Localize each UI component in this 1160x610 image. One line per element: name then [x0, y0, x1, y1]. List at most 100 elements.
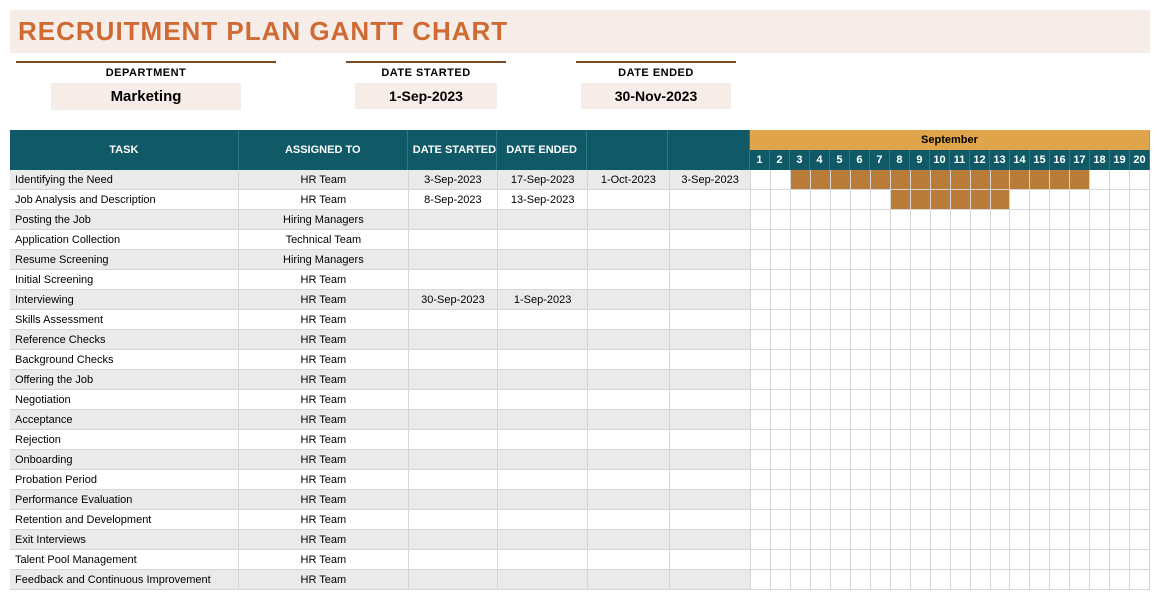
timeline-cell[interactable]	[831, 430, 851, 449]
timeline-cell[interactable]	[891, 530, 911, 549]
table-row[interactable]: Retention and DevelopmentHR Team	[10, 510, 1150, 530]
extra2-cell[interactable]	[670, 270, 752, 289]
table-row[interactable]: Job Analysis and DescriptionHR Team8-Sep…	[10, 190, 1150, 210]
extra1-cell[interactable]	[588, 450, 670, 469]
timeline-cell[interactable]	[1070, 410, 1090, 429]
timeline-cell[interactable]	[1030, 370, 1050, 389]
timeline-cell[interactable]	[951, 290, 971, 309]
task-cell[interactable]: Performance Evaluation	[10, 490, 239, 509]
gantt-bar-segment[interactable]	[991, 170, 1011, 189]
timeline-cell[interactable]	[911, 350, 931, 369]
table-row[interactable]: Initial ScreeningHR Team	[10, 270, 1150, 290]
timeline-cell[interactable]	[771, 370, 791, 389]
timeline-cell[interactable]	[811, 490, 831, 509]
task-cell[interactable]: Probation Period	[10, 470, 239, 489]
timeline-cell[interactable]	[831, 470, 851, 489]
timeline-cell[interactable]	[811, 310, 831, 329]
date-start-cell[interactable]	[409, 570, 499, 589]
timeline-cell[interactable]	[1110, 570, 1130, 589]
timeline-cell[interactable]	[1030, 390, 1050, 409]
timeline-cell[interactable]	[1110, 490, 1130, 509]
table-row[interactable]: Probation PeriodHR Team	[10, 470, 1150, 490]
timeline-cell[interactable]	[1130, 510, 1150, 529]
timeline-cell[interactable]	[771, 210, 791, 229]
gantt-bar-segment[interactable]	[871, 170, 891, 189]
timeline-cell[interactable]	[751, 410, 771, 429]
gantt-bar-segment[interactable]	[971, 170, 991, 189]
timeline-cell[interactable]	[1050, 370, 1070, 389]
timeline-cell[interactable]	[1110, 270, 1130, 289]
timeline-cell[interactable]	[951, 350, 971, 369]
timeline-cell[interactable]	[1130, 370, 1150, 389]
gantt-bar-segment[interactable]	[1030, 170, 1050, 189]
timeline-cell[interactable]	[851, 270, 871, 289]
timeline-cell[interactable]	[851, 550, 871, 569]
timeline-cell[interactable]	[1030, 250, 1050, 269]
timeline-cell[interactable]	[1090, 270, 1110, 289]
extra2-cell[interactable]	[670, 370, 752, 389]
timeline-cell[interactable]	[1010, 490, 1030, 509]
timeline-cell[interactable]	[991, 330, 1011, 349]
date-start-cell[interactable]: 3-Sep-2023	[409, 170, 499, 189]
assigned-cell[interactable]: HR Team	[239, 450, 408, 469]
table-row[interactable]: Offering the JobHR Team	[10, 370, 1150, 390]
extra1-cell[interactable]	[588, 290, 670, 309]
timeline-cell[interactable]	[971, 490, 991, 509]
timeline-cell[interactable]	[1070, 370, 1090, 389]
extra2-cell[interactable]	[670, 350, 752, 369]
timeline-cell[interactable]	[851, 510, 871, 529]
timeline-cell[interactable]	[831, 250, 851, 269]
gantt-bar-segment[interactable]	[931, 190, 951, 209]
timeline-cell[interactable]	[991, 450, 1011, 469]
timeline-cell[interactable]	[1030, 490, 1050, 509]
date-start-cell[interactable]: 30-Sep-2023	[409, 290, 499, 309]
timeline-cell[interactable]	[1050, 510, 1070, 529]
date-end-cell[interactable]	[498, 450, 588, 469]
timeline-cell[interactable]	[991, 490, 1011, 509]
gantt-bar-segment[interactable]	[911, 190, 931, 209]
timeline-cell[interactable]	[851, 470, 871, 489]
date-start-cell[interactable]	[409, 410, 499, 429]
extra2-cell[interactable]	[670, 570, 752, 589]
timeline-cell[interactable]	[991, 570, 1011, 589]
timeline-cell[interactable]	[811, 430, 831, 449]
timeline-cell[interactable]	[791, 550, 811, 569]
task-cell[interactable]: Exit Interviews	[10, 530, 239, 549]
timeline-cell[interactable]	[1010, 270, 1030, 289]
timeline-cell[interactable]	[971, 450, 991, 469]
timeline-cell[interactable]	[1070, 330, 1090, 349]
timeline-cell[interactable]	[791, 310, 811, 329]
timeline-cell[interactable]	[1010, 570, 1030, 589]
timeline-cell[interactable]	[1010, 250, 1030, 269]
extra2-cell[interactable]	[670, 550, 752, 569]
timeline-cell[interactable]	[991, 390, 1011, 409]
timeline-cell[interactable]	[1010, 230, 1030, 249]
timeline-cell[interactable]	[851, 490, 871, 509]
timeline-cell[interactable]	[971, 310, 991, 329]
timeline-cell[interactable]	[891, 370, 911, 389]
date-start-cell[interactable]: 8-Sep-2023	[409, 190, 499, 209]
timeline-cell[interactable]	[1030, 550, 1050, 569]
timeline-cell[interactable]	[931, 390, 951, 409]
timeline-cell[interactable]	[851, 430, 871, 449]
timeline-cell[interactable]	[751, 290, 771, 309]
table-row[interactable]: RejectionHR Team	[10, 430, 1150, 450]
extra1-cell[interactable]	[588, 190, 670, 209]
timeline-cell[interactable]	[1090, 510, 1110, 529]
timeline-cell[interactable]	[1050, 530, 1070, 549]
timeline-cell[interactable]	[951, 530, 971, 549]
table-row[interactable]: Identifying the NeedHR Team3-Sep-202317-…	[10, 170, 1150, 190]
assigned-cell[interactable]: Technical Team	[239, 230, 408, 249]
timeline-cell[interactable]	[951, 510, 971, 529]
timeline-cell[interactable]	[831, 490, 851, 509]
timeline-cell[interactable]	[851, 310, 871, 329]
assigned-cell[interactable]: HR Team	[239, 310, 408, 329]
timeline-cell[interactable]	[791, 430, 811, 449]
extra2-cell[interactable]	[670, 250, 752, 269]
timeline-cell[interactable]	[1130, 290, 1150, 309]
task-cell[interactable]: Negotiation	[10, 390, 239, 409]
timeline-cell[interactable]	[931, 490, 951, 509]
timeline-cell[interactable]	[1130, 490, 1150, 509]
assigned-cell[interactable]: HR Team	[239, 410, 408, 429]
extra2-cell[interactable]	[670, 230, 752, 249]
